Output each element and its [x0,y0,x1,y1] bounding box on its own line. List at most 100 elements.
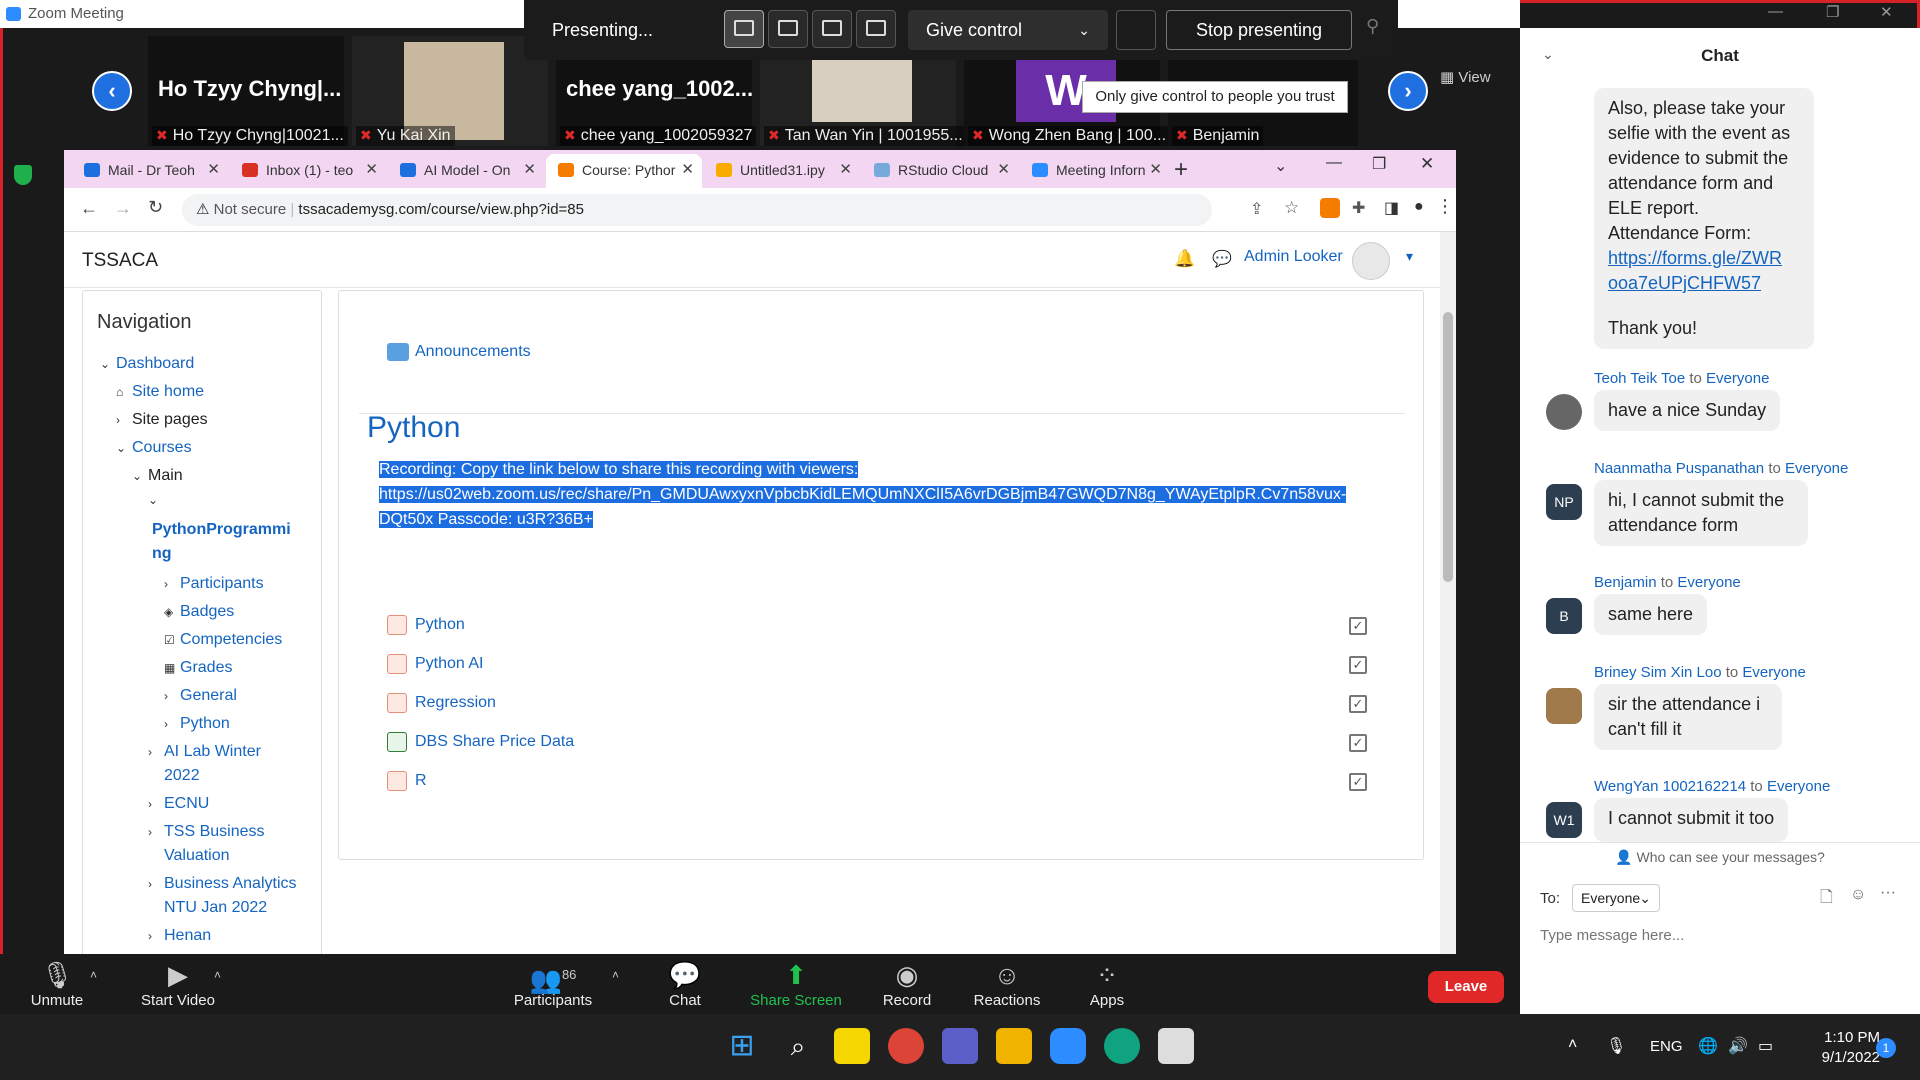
sidebar-icon[interactable]: ◨ [1384,198,1399,218]
activity-regression[interactable]: Regression [387,693,496,713]
browser-tab-active[interactable]: Course: Pythor ✕ [546,154,702,188]
chatgpt-icon[interactable] [1104,1028,1140,1064]
close-tab-icon[interactable]: ✕ [523,154,536,186]
attendance-link[interactable]: https://forms.gle/ZWR [1608,246,1800,271]
nav-item[interactable]: ⌄ Courses [116,436,192,460]
next-page-icon[interactable]: › [1388,71,1428,111]
avatar[interactable] [1352,242,1390,280]
reload-icon[interactable]: ↻ [148,197,163,218]
file-icon[interactable]: 🗋 [1820,886,1833,913]
nav-item[interactable]: › ECNU [148,792,209,816]
nav-current-course[interactable]: PythonProgrammi [152,518,291,542]
recipient-select[interactable]: Everyone ⌄ [1572,884,1660,912]
stop-presenting-button[interactable]: Stop presenting [1166,10,1352,50]
profile-icon[interactable]: ● [1414,198,1424,216]
nav-current-course[interactable]: ng [152,542,172,566]
browser-tab[interactable]: AI Model - On ✕ [388,154,544,188]
activity-r[interactable]: R [387,771,427,791]
language-indicator[interactable]: ENG [1650,1038,1683,1055]
volume-icon[interactable]: 🔊 [1728,1036,1748,1056]
tab-search-icon[interactable]: ⌄ [1274,156,1287,176]
nav-label[interactable]: Valuation [164,844,230,868]
forward-icon[interactable]: → [114,198,132,219]
tray-chevron-icon[interactable]: ˄ [1568,1036,1577,1054]
url-bar[interactable]: ⚠ Not secure | tssacademysg.com/course/v… [182,194,1212,226]
chat-button[interactable]: 💬 Chat [640,954,730,1009]
snipping-tool-icon[interactable] [1158,1028,1194,1064]
close-tab-icon[interactable]: ✕ [207,154,220,186]
search-icon[interactable]: ⌕ [780,1028,816,1064]
completion-checkbox[interactable]: ✓ [1349,695,1367,713]
menu-kebab-icon[interactable]: ⋮ [1436,196,1454,217]
close-tab-icon[interactable]: ✕ [365,154,378,186]
nav-item[interactable]: › AI Lab Winter [148,740,261,764]
browser-tab[interactable]: Mail - Dr Teoh ✕ [72,154,228,188]
activity-python-ai[interactable]: Python AI [387,654,484,674]
activity-dbs-data[interactable]: DBS Share Price Data [387,732,574,752]
nav-label[interactable]: 2022 [164,764,200,788]
chrome-icon[interactable] [888,1028,924,1064]
announcements-link[interactable]: Announcements [387,343,531,361]
participants-button[interactable]: 👥86 Participants [508,954,598,1009]
close-tab-icon[interactable]: ✕ [681,154,694,186]
mic-tray-icon[interactable]: 🎙 [1606,1036,1626,1056]
completion-checkbox[interactable]: ✓ [1349,656,1367,674]
share-audio-icon[interactable] [1116,10,1156,50]
nav-label[interactable]: NTU Jan 2022 [164,896,267,920]
attendance-link[interactable]: ooa7eUPjCHFW57 [1608,271,1800,296]
restore-icon[interactable]: ❐ [1372,154,1386,174]
close-tab-icon[interactable]: ✕ [839,154,852,186]
extensions-icon[interactable]: ✚ [1352,198,1365,218]
new-tab-icon[interactable]: + [1174,156,1188,184]
close-tab-icon[interactable]: ✕ [1149,154,1162,186]
give-control-button[interactable]: Give control ⌄ [908,10,1108,50]
nav-item[interactable]: ⌄ [148,488,164,512]
nav-item[interactable]: ◈ Badges [164,600,234,624]
share-screen-button[interactable]: ⬆ Share Screen [746,954,846,1009]
record-button[interactable]: ◉ Record [862,954,952,1009]
view-button[interactable]: ▦ View [1440,68,1491,86]
nav-item[interactable]: › Henan [148,924,211,948]
windows-start-icon[interactable]: ⊞ [724,1028,760,1064]
nav-item[interactable]: › TSS Business [148,820,264,844]
nav-item[interactable]: ⌄ Dashboard [100,352,194,376]
emoji-icon[interactable]: ☺ [1850,886,1866,904]
more-icon[interactable]: ··· [1880,884,1896,902]
completion-checkbox[interactable]: ✓ [1349,773,1367,791]
nav-item[interactable]: › Business Analytics [148,872,297,896]
participants-options-icon[interactable]: ˄ [612,968,619,982]
pin-icon[interactable]: ⚲ [1366,16,1379,37]
view-mode-1-icon[interactable] [724,10,764,48]
unmute-button[interactable]: 🎙 Unmute [12,954,102,1009]
activity-python[interactable]: Python [387,615,465,635]
collapse-chevron-icon[interactable]: ⌄ [1542,46,1554,63]
minimize-icon[interactable]: — [1326,154,1342,172]
completion-checkbox[interactable]: ✓ [1349,734,1367,752]
who-can-see-link[interactable]: 👤 Who can see your messages? [1520,842,1920,870]
audio-options-icon[interactable]: ˄ [90,968,97,982]
close-icon[interactable]: ✕ [1880,3,1893,21]
page-scrollbar[interactable] [1440,232,1456,954]
nav-item[interactable]: › Python [164,712,230,736]
battery-icon[interactable]: ▭ [1758,1036,1773,1056]
browser-tab[interactable]: Untitled31.ipy ✕ [704,154,860,188]
close-icon[interactable]: ✕ [1420,154,1434,174]
chat-message-input[interactable] [1540,920,1900,950]
user-dropdown-icon[interactable]: ▾ [1406,248,1413,265]
start-video-button[interactable]: ▶ Start Video [128,954,228,1009]
notification-badge[interactable]: 1 [1876,1038,1896,1058]
share-icon[interactable]: ⇪ [1250,199,1263,219]
zoom-app-icon[interactable] [1050,1028,1086,1064]
selected-recording-text[interactable]: Recording: Copy the link below to share … [379,457,1347,532]
nav-item[interactable]: ⌂ Site home [116,380,204,404]
view-mode-4-icon[interactable] [856,10,896,48]
view-mode-2-icon[interactable] [768,10,808,48]
leave-button[interactable]: Leave [1428,971,1504,1003]
nav-item[interactable]: ⌄ Main [132,464,183,488]
browser-tab[interactable]: RStudio Cloud ✕ [862,154,1018,188]
teams-icon[interactable] [942,1028,978,1064]
metamask-icon[interactable] [1320,198,1340,218]
browser-tab[interactable]: Meeting Inforn ✕ [1020,154,1170,188]
completion-checkbox[interactable]: ✓ [1349,617,1367,635]
browser-tab[interactable]: Inbox (1) - teo ✕ [230,154,386,188]
